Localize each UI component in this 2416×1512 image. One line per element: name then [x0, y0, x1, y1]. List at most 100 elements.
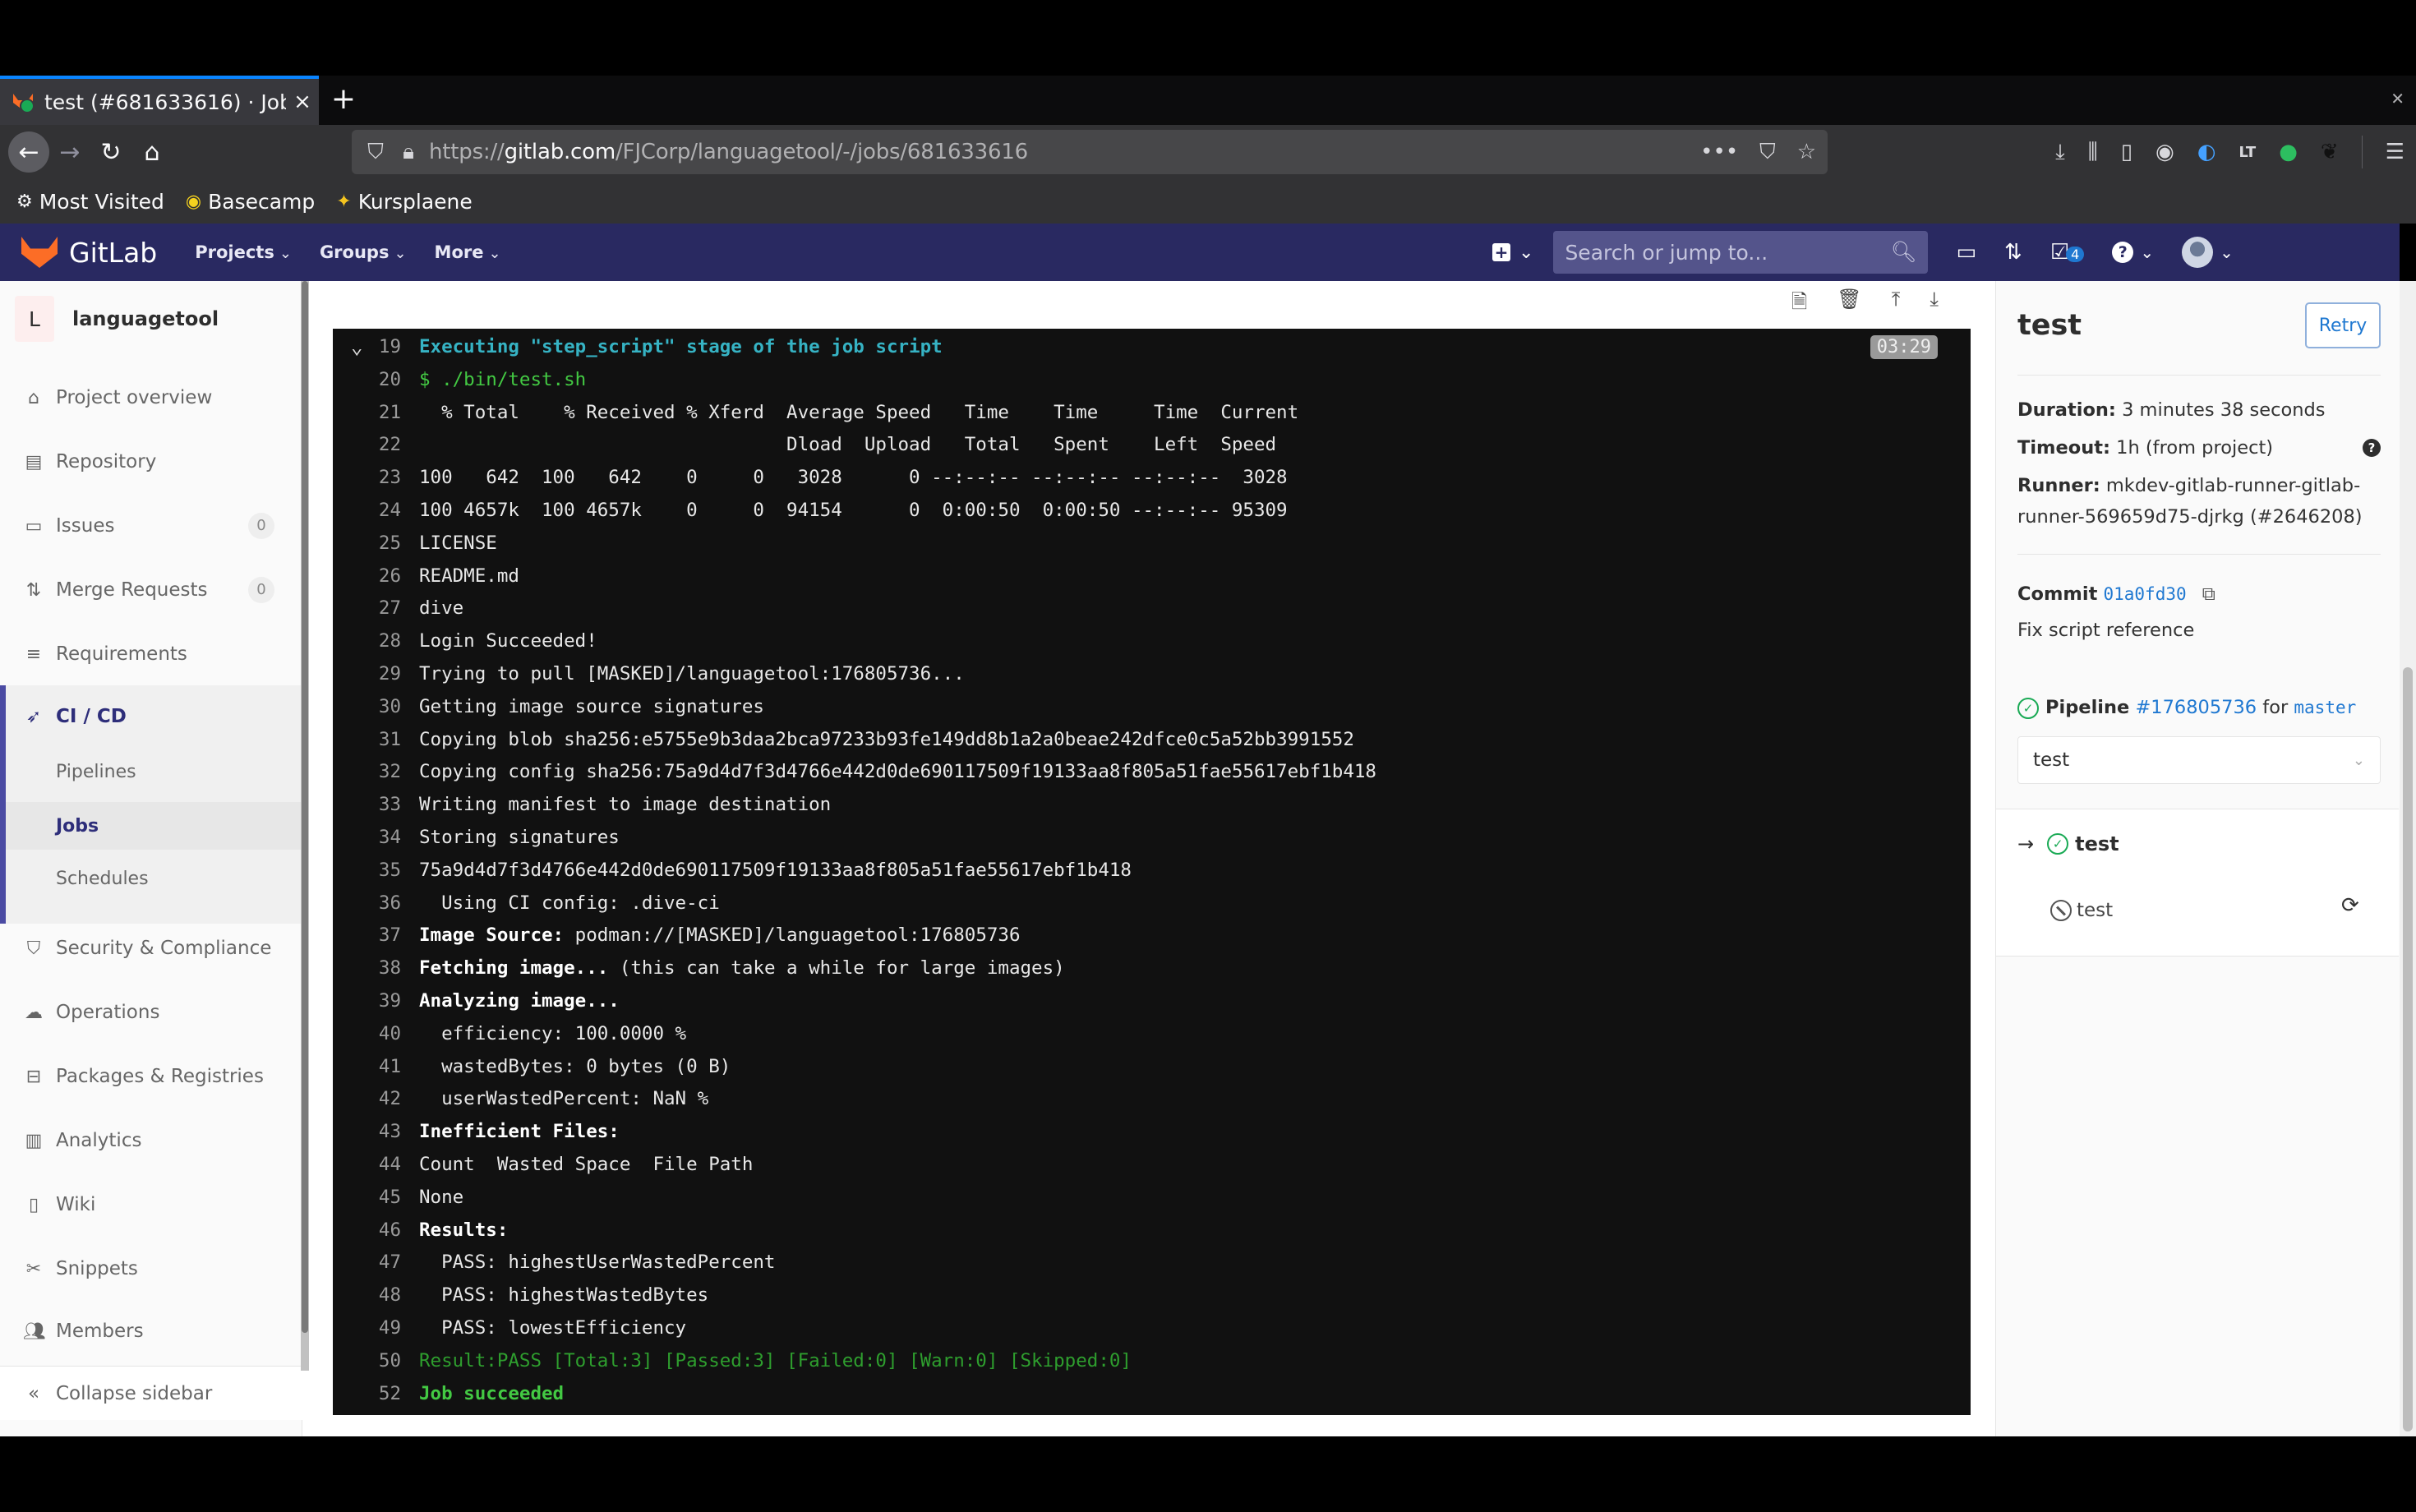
pipeline-link[interactable]: #176805736: [2135, 697, 2257, 718]
commit-sha-link[interactable]: 01a0fd30: [2103, 584, 2186, 604]
raw-log-icon[interactable]: 🗎︎: [1791, 288, 1807, 321]
log-line-number[interactable]: 26: [333, 565, 419, 587]
log-line-number[interactable]: 43: [333, 1121, 419, 1142]
url-bar[interactable]: ⛉ 🔒︎ https://gitlab.com/FJCorp/languaget…: [352, 130, 1828, 174]
pocket-icon[interactable]: ⛉: [1759, 140, 1776, 165]
log-line-number[interactable]: 37: [333, 924, 419, 946]
log-line-number[interactable]: 24: [333, 500, 419, 521]
log-line-number[interactable]: 19: [333, 336, 419, 357]
menu-icon[interactable]: ☰: [2386, 140, 2404, 164]
collapse-sidebar-button[interactable]: « Collapse sidebar: [0, 1366, 302, 1420]
help-button[interactable]: ? ⌄: [2112, 242, 2154, 263]
log-line-number[interactable]: 32: [333, 761, 419, 782]
bookmark-most-visited[interactable]: ⚙ Most Visited: [16, 190, 164, 214]
merge-requests-icon[interactable]: ⇅: [2004, 240, 2022, 265]
reload-button[interactable]: ↻: [90, 131, 131, 173]
log-line-number[interactable]: 20: [333, 369, 419, 390]
sidebar-subitem-jobs[interactable]: Jobs: [6, 802, 302, 850]
log-line-number[interactable]: 34: [333, 827, 419, 848]
log-line-number[interactable]: 41: [333, 1056, 419, 1077]
log-line-number[interactable]: 25: [333, 532, 419, 554]
menu-more[interactable]: More ⌄: [435, 242, 501, 262]
home-button[interactable]: ⌂: [131, 131, 173, 173]
forward-button[interactable]: →: [49, 131, 90, 173]
browser-tab-active[interactable]: test (#681633616) · Jobs ×: [0, 76, 319, 125]
sidebar-item-operations[interactable]: ☁ Operations: [0, 988, 302, 1037]
page-scrollbar-thumb[interactable]: [2403, 667, 2413, 1431]
retry-job-icon[interactable]: ⟳: [2341, 893, 2359, 918]
log-line-number[interactable]: 23: [333, 467, 419, 488]
sidebar-scrollbar[interactable]: [301, 281, 309, 1371]
log-line-number[interactable]: 40: [333, 1023, 419, 1044]
log-line-number[interactable]: 33: [333, 794, 419, 815]
sidebar-subitem-schedules[interactable]: Schedules: [0, 855, 302, 902]
log-line-number[interactable]: 47: [333, 1252, 419, 1273]
log-line-number[interactable]: 30: [333, 696, 419, 717]
sidebar-item-analytics[interactable]: ▥ Analytics: [0, 1116, 302, 1165]
search-input[interactable]: Search or jump to... 🔍︎: [1553, 231, 1929, 274]
sidebar-scrollbar-thumb[interactable]: [302, 281, 308, 1333]
sidebar-item-issues[interactable]: ▭ Issues 0: [0, 501, 302, 551]
log-line-number[interactable]: 50: [333, 1350, 419, 1371]
sidebar-item-packages-registries[interactable]: ⊟ Packages & Registries: [0, 1052, 302, 1101]
new-tab-button[interactable]: +: [327, 79, 360, 120]
todos-button[interactable]: ☑ 4: [2050, 240, 2085, 265]
issues-icon[interactable]: ▭: [1956, 240, 1976, 265]
log-line-number[interactable]: 38: [333, 957, 419, 979]
log-line-number[interactable]: 35: [333, 860, 419, 881]
back-button[interactable]: ←: [8, 131, 49, 173]
job-list-item[interactable]: test: [2050, 900, 2113, 921]
stage-dropdown[interactable]: test ⌄: [2017, 736, 2381, 784]
log-line-number[interactable]: 42: [333, 1088, 419, 1109]
log-line-number[interactable]: 52: [333, 1383, 419, 1404]
tab-close-icon[interactable]: ×: [286, 90, 319, 114]
evernote-extension-icon[interactable]: ●: [2279, 140, 2298, 164]
log-line-number[interactable]: 28: [333, 630, 419, 652]
log-line-number[interactable]: 49: [333, 1317, 419, 1339]
new-dropdown-button[interactable]: + ⌄: [1492, 242, 1533, 263]
sidebar-toggle-icon[interactable]: ▯: [2121, 140, 2132, 164]
lock-icon[interactable]: 🔒︎: [396, 140, 421, 165]
help-icon[interactable]: ?: [2363, 439, 2381, 457]
page-scrollbar[interactable]: [2400, 281, 2416, 1436]
log-line-number[interactable]: 21: [333, 402, 419, 423]
sidebar-item-repository[interactable]: ▤ Repository: [0, 437, 302, 486]
url-text[interactable]: https://gitlab.com/FJCorp/languagetool/-…: [429, 140, 1700, 164]
gitlab-logo[interactable]: GitLab: [21, 237, 157, 269]
log-line-number[interactable]: 22: [333, 434, 419, 455]
sidebar-item-requirements[interactable]: ≡ Requirements: [0, 629, 302, 679]
account-icon[interactable]: ◉: [2155, 140, 2174, 164]
log-line-number[interactable]: 48: [333, 1284, 419, 1306]
sidebar-item-ci-cd[interactable]: ➶ CI / CD: [0, 692, 302, 741]
extension-icon[interactable]: ◐: [2197, 140, 2216, 164]
sidebar-item-wiki[interactable]: ▯ Wiki: [0, 1180, 302, 1229]
sidebar-item-snippets[interactable]: ✂ Snippets: [0, 1244, 302, 1293]
scroll-to-top-icon[interactable]: ⤒: [1892, 288, 1901, 321]
bookmark-basecamp[interactable]: ◉ Basecamp: [186, 190, 315, 214]
erase-log-icon[interactable]: 🗑︎: [1837, 288, 1861, 321]
tracking-shield-icon[interactable]: ⛉: [363, 140, 388, 165]
log-line-number[interactable]: 45: [333, 1187, 419, 1208]
sidebar-item-merge-requests[interactable]: ⇅ Merge Requests 0: [0, 565, 302, 615]
window-close-icon[interactable]: ✕: [2391, 89, 2404, 108]
sidebar-item-members[interactable]: 👥︎ Members: [0, 1307, 302, 1356]
log-line-number[interactable]: 44: [333, 1154, 419, 1175]
library-icon[interactable]: ⫼: [2088, 140, 2098, 165]
log-line-number[interactable]: 36: [333, 892, 419, 914]
scroll-to-bottom-icon[interactable]: ⤓: [1930, 288, 1939, 321]
languagetool-extension-icon[interactable]: LT: [2238, 144, 2256, 161]
bookmark-star-icon[interactable]: ☆: [1797, 140, 1816, 165]
log-line-number[interactable]: 39: [333, 990, 419, 1012]
menu-groups[interactable]: Groups ⌄: [320, 242, 407, 262]
page-actions-icon[interactable]: •••: [1700, 140, 1738, 165]
sidebar-item-project-overview[interactable]: ⌂ Project overview: [0, 373, 302, 422]
sidebar-subitem-pipelines[interactable]: Pipelines: [0, 748, 302, 795]
bookmark-kursplaene[interactable]: ✦ Kursplaene: [336, 190, 472, 214]
sidebar-item-security-compliance[interactable]: ⛉ Security & Compliance: [0, 924, 302, 973]
log-line-number[interactable]: 46: [333, 1219, 419, 1241]
branch-link[interactable]: master: [2294, 698, 2356, 717]
retry-button[interactable]: Retry: [2305, 302, 2381, 348]
project-header[interactable]: L languagetool: [15, 296, 219, 342]
log-line-number[interactable]: 29: [333, 663, 419, 685]
log-line-number[interactable]: 27: [333, 597, 419, 619]
